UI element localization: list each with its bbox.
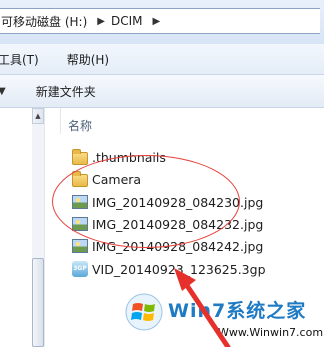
breadcrumb-drive[interactable]: 可移动磁盘 (H:) [1, 13, 87, 30]
column-divider[interactable] [60, 108, 61, 134]
address-bar: 可移动磁盘 (H:) ▶ DCIM ▶ [0, 0, 324, 44]
video-file-icon [72, 261, 88, 277]
breadcrumb-dcim[interactable]: DCIM [111, 14, 143, 28]
menu-help[interactable]: 帮助(H) [67, 51, 109, 68]
menu-bar: 工具(T) 帮助(H) [0, 44, 324, 75]
file-name: VID_20140923_123625.3gp [92, 261, 266, 277]
menu-tools[interactable]: 工具(T) [0, 51, 39, 68]
windows-logo-icon [125, 293, 163, 331]
scroll-up-arrow-icon[interactable]: ▲ [32, 108, 44, 124]
watermark-url: Www.Winwin7.com [218, 326, 324, 339]
highlight-ellipse [52, 155, 240, 248]
scrollbar-thumb[interactable] [32, 258, 44, 347]
dropdown-arrow-icon[interactable]: ▼ [0, 86, 6, 97]
command-toolbar: ▼ 新建文件夹 [0, 75, 324, 108]
list-item[interactable]: VID_20140923_123625.3gp [72, 258, 266, 280]
folder-icon [72, 148, 88, 165]
watermark-brand: Win7系统之家 [168, 300, 307, 322]
new-folder-button[interactable]: 新建文件夹 [36, 83, 96, 100]
chevron-right-icon[interactable]: ▶ [152, 16, 160, 27]
address-field[interactable]: 可移动磁盘 (H:) ▶ DCIM ▶ [0, 8, 320, 34]
image-file-icon [72, 239, 88, 253]
watermark: Win7系统之家 Www.Winwin7.com [118, 288, 324, 347]
column-header-name[interactable]: 名称 [68, 117, 92, 134]
chevron-right-icon[interactable]: ▶ [97, 16, 105, 27]
